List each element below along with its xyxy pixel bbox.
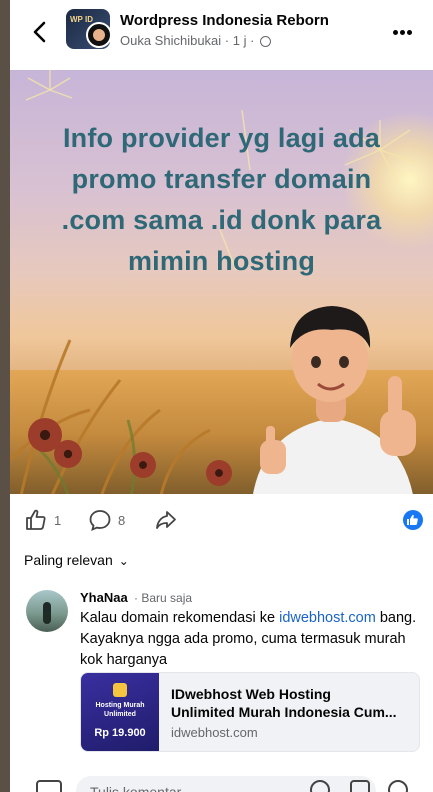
like-reaction-icon: [407, 514, 418, 525]
idwebhost-logo-icon: [113, 683, 127, 697]
like-button[interactable]: 1: [24, 508, 74, 532]
meta-separator-2: ·: [250, 33, 259, 48]
reaction-like-badge[interactable]: [403, 510, 423, 530]
post-meta: Ouka Shichibukai · 1 j ·: [120, 33, 272, 48]
link-title-line1: IDwebhost Web Hosting: [171, 686, 331, 702]
post-header: WP ID Wordpress Indonesia Reborn Ouka Sh…: [10, 0, 433, 66]
comment-input-placeholder: Tulis komentar...: [90, 784, 193, 792]
left-edge-bar: [0, 0, 10, 792]
flower-decoration: [54, 440, 82, 468]
comment-text: Kalau domain rekomendasi ke idwebhost.co…: [80, 608, 420, 671]
flower-decoration: [206, 460, 232, 486]
comment-composer: Tulis komentar...: [10, 770, 433, 792]
flower-decoration: [130, 452, 156, 478]
commenter-avatar[interactable]: [26, 590, 68, 632]
dot-icon: [393, 30, 398, 35]
thumbs-up-character: [253, 306, 416, 494]
comment-count: 8: [118, 513, 126, 528]
post-screen: WP ID Wordpress Indonesia Reborn Ouka Sh…: [10, 0, 433, 792]
more-options-button[interactable]: [393, 22, 419, 42]
comment-sort-dropdown[interactable]: Paling relevan ⌄: [24, 552, 129, 568]
post-time: 1 j: [232, 33, 247, 48]
chevron-left-icon: [33, 21, 46, 43]
author-name[interactable]: Ouka Shichibukai: [120, 33, 221, 48]
comment-icon: [89, 510, 111, 532]
share-icon: [156, 511, 176, 529]
group-name[interactable]: Wordpress Indonesia Reborn: [120, 12, 329, 29]
commenter-name[interactable]: YhaNaa: [80, 590, 128, 605]
post-actions: 1 8: [10, 500, 433, 540]
comment-input[interactable]: Tulis komentar...: [76, 776, 376, 792]
like-count: 1: [54, 513, 62, 528]
gif-icon[interactable]: [350, 780, 370, 792]
link-domain: idwebhost.com: [171, 725, 258, 740]
group-avatar-art: WP ID: [70, 15, 93, 24]
dot-icon: [407, 30, 412, 35]
comment-time: · Baru saja: [134, 591, 193, 605]
meta-separator: ·: [224, 33, 233, 48]
globe-icon: [260, 36, 272, 47]
comment-link[interactable]: idwebhost.com: [279, 610, 376, 626]
comment-button[interactable]: 8: [88, 508, 138, 532]
chevron-down-icon: ⌄: [118, 554, 129, 568]
post-image-text: Info provider yg lagi ada promo transfer…: [61, 123, 382, 276]
dot-icon: [400, 30, 405, 35]
post-image[interactable]: Info provider yg lagi ada promo transfer…: [10, 70, 433, 494]
link-thumbnail: Hosting Murah Unlimited Rp 19.900: [81, 673, 159, 751]
back-button[interactable]: [26, 18, 54, 46]
link-preview-card[interactable]: Hosting Murah Unlimited Rp 19.900 IDwebh…: [80, 672, 420, 752]
share-button[interactable]: [154, 508, 180, 532]
emoji-icon[interactable]: [388, 780, 408, 792]
thumbnail-title: Hosting Murah Unlimited: [95, 702, 145, 718]
thumbnail-price: Rp 19.900: [94, 727, 146, 739]
camera-icon[interactable]: [36, 780, 62, 792]
thumbs-up-icon: [26, 509, 46, 530]
author-avatar[interactable]: [86, 22, 112, 48]
wheat-decoration: [10, 339, 211, 494]
link-title-line2: Unlimited Murah Indonesia Cum...: [171, 704, 397, 720]
comment-text-start: Kalau domain rekomendasi ke: [80, 610, 280, 626]
sort-label: Paling relevan: [24, 552, 113, 568]
comment-time-text: Baru saja: [141, 591, 193, 605]
